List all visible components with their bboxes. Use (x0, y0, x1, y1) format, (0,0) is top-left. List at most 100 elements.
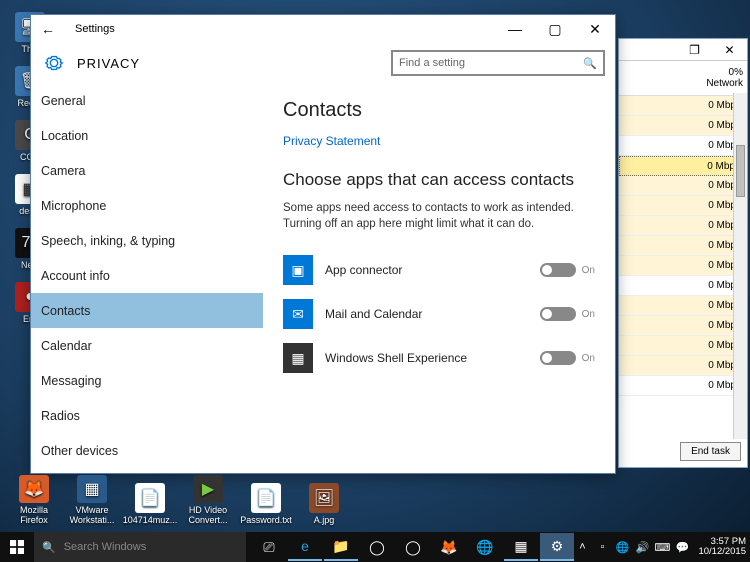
column-header[interactable]: 0%Network (619, 61, 747, 96)
content-panel: Contacts Privacy Statement Choose apps t… (263, 83, 615, 473)
table-row[interactable]: 0 Mbps (619, 356, 747, 376)
privacy-statement-link[interactable]: Privacy Statement (283, 134, 595, 148)
taskbar: 🔍 Search Windows ⎚ e 📁 ◯ ◯ 🦊 🌐 ▦ ⚙ ˄ ▫ 🌐… (0, 532, 750, 562)
table-row[interactable]: 0 Mbps (619, 336, 747, 356)
sidebar: General Location Camera Microphone Speec… (31, 83, 263, 473)
tray-chevron-icon[interactable]: ˄ (574, 541, 590, 553)
section-heading: Choose apps that can access contacts (283, 170, 595, 190)
toggle-state: On (582, 265, 595, 276)
toggle-app-connector[interactable] (540, 263, 576, 277)
keyboard-icon[interactable]: ⌨ (654, 541, 670, 554)
sidebar-item-other[interactable]: Other devices (31, 433, 263, 468)
settings-taskbar-icon[interactable]: ⚙ (540, 533, 574, 561)
network-icon[interactable]: 🌐 (614, 541, 630, 554)
app-row-app-connector: ▣ App connector On (283, 248, 595, 292)
sidebar-item-calendar[interactable]: Calendar (31, 328, 263, 363)
search-icon: 🔍 (42, 541, 56, 554)
table-row[interactable]: 0 Mbps (619, 136, 747, 156)
app-row-shell: ▦ Windows Shell Experience On (283, 336, 595, 380)
app-name: Mail and Calendar (325, 307, 528, 321)
task-view-button[interactable]: ⎚ (252, 532, 286, 562)
maximize-button[interactable]: ▢ (535, 15, 575, 43)
table-row[interactable]: 0 Mbps (619, 296, 747, 316)
search-input[interactable]: Find a setting 🔍 (391, 50, 605, 76)
close-button[interactable]: ✕ (575, 15, 615, 43)
sidebar-item-contacts[interactable]: Contacts (31, 293, 263, 328)
sidebar-item-label: General (41, 94, 85, 108)
search-placeholder: Find a setting (399, 57, 465, 69)
mail-icon: ✉ (283, 299, 313, 329)
table-row[interactable]: 0 Mbps (619, 236, 747, 256)
sidebar-item-label: Contacts (41, 304, 90, 318)
table-row[interactable]: 0 Mbps (619, 96, 747, 116)
edge-icon[interactable]: e (288, 533, 322, 561)
page-heading: Contacts (283, 99, 595, 122)
back-button[interactable]: ← (41, 21, 65, 37)
sidebar-item-label: Messaging (41, 374, 101, 388)
table-row[interactable]: 0 Mbps (619, 156, 747, 176)
table-row[interactable]: 0 Mbps (619, 196, 747, 216)
explorer-icon[interactable]: 📁 (324, 533, 358, 561)
system-tray: ˄ ▫ 🌐 🔊 ⌨ 💬 3:57 PM 10/12/2015 (574, 537, 750, 558)
sidebar-item-microphone[interactable]: Microphone (31, 188, 263, 223)
desktop-icon[interactable]: 📄104714muz... (122, 475, 178, 527)
page-category: PRIVACY (67, 56, 391, 71)
desktop-icon[interactable]: 📄Password.txt (238, 475, 294, 527)
search-icon: 🔍 (583, 57, 597, 70)
table-row[interactable]: 0 Mbps (619, 376, 747, 396)
section-description: Some apps need access to contacts to wor… (283, 200, 595, 232)
sidebar-item-speech[interactable]: Speech, inking, & typing (31, 223, 263, 258)
table-row[interactable]: 0 Mbps (619, 256, 747, 276)
settings-icon (41, 50, 67, 76)
toggle-state: On (582, 353, 595, 364)
toggle-shell[interactable] (540, 351, 576, 365)
toggle-state: On (582, 309, 595, 320)
sidebar-item-messaging[interactable]: Messaging (31, 363, 263, 398)
table-row[interactable]: 0 Mbps (619, 176, 747, 196)
table-row[interactable]: 0 Mbps (619, 216, 747, 236)
chrome-canary-icon[interactable]: ◯ (396, 532, 430, 562)
table-row[interactable]: 0 Mbps (619, 116, 747, 136)
clock-date: 10/12/2015 (698, 547, 746, 557)
start-button[interactable] (0, 532, 34, 562)
desktop-icon[interactable]: ▶HD Video Convert... (180, 475, 236, 527)
desktop-icon[interactable]: 🦊Mozilla Firefox (6, 475, 62, 527)
app-name: Windows Shell Experience (325, 351, 528, 365)
sidebar-item-account[interactable]: Account info (31, 258, 263, 293)
titlebar[interactable]: ← Settings — ▢ ✕ (31, 15, 615, 43)
sidebar-item-label: Camera (41, 164, 85, 178)
desktop-icon[interactable]: ▦VMware Workstati... (64, 475, 120, 527)
sidebar-item-general[interactable]: General (31, 83, 263, 118)
sidebar-item-label: Other devices (41, 444, 118, 458)
minimize-button[interactable]: — (495, 15, 535, 43)
scrollbar[interactable] (733, 93, 747, 439)
sidebar-item-location[interactable]: Location (31, 118, 263, 153)
sidebar-item-label: Calendar (41, 339, 92, 353)
cortana-search[interactable]: 🔍 Search Windows (34, 532, 246, 562)
table-row[interactable]: 0 Mbps (619, 276, 747, 296)
notifications-icon[interactable]: 💬 (674, 541, 690, 554)
close-button[interactable]: ✕ (712, 39, 747, 61)
clock[interactable]: 3:57 PM 10/12/2015 (694, 537, 746, 558)
sidebar-item-label: Location (41, 129, 88, 143)
app-row-mail: ✉ Mail and Calendar On (283, 292, 595, 336)
task-manager-window[interactable]: ❐ ✕ 0%Network 0 Mbps 0 Mbps 0 Mbps 0 Mbp… (618, 38, 748, 468)
sidebar-item-camera[interactable]: Camera (31, 153, 263, 188)
app-icon[interactable]: ▦ (504, 533, 538, 561)
desktop-icon[interactable]: 🖼A.jpg (296, 475, 352, 527)
end-task-button[interactable]: End task (680, 442, 741, 461)
settings-window: ← Settings — ▢ ✕ PRIVACY Find a setting … (30, 14, 616, 474)
firefox-icon[interactable]: 🦊 (432, 532, 466, 562)
app-name: App connector (325, 263, 528, 277)
restore-button[interactable]: ❐ (677, 39, 712, 61)
sidebar-item-label: Account info (41, 269, 110, 283)
toggle-mail[interactable] (540, 307, 576, 321)
window-title: Settings (65, 23, 495, 35)
chrome-icon[interactable]: ◯ (360, 532, 394, 562)
sidebar-item-radios[interactable]: Radios (31, 398, 263, 433)
table-row[interactable]: 0 Mbps (619, 316, 747, 336)
tray-icon[interactable]: ▫ (594, 541, 610, 553)
volume-icon[interactable]: 🔊 (634, 541, 650, 554)
globe-icon[interactable]: 🌐 (468, 532, 502, 562)
sidebar-item-label: Microphone (41, 199, 106, 213)
